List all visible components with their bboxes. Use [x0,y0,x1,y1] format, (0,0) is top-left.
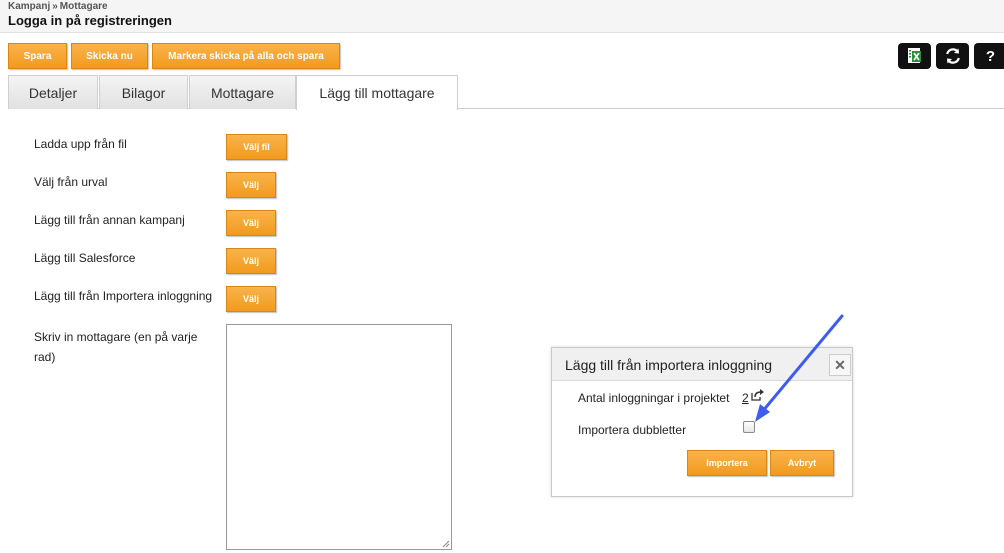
breadcrumb: Kampanj» Mottagare [8,1,108,12]
login-count-label: Antal inloggningar i projektet [578,391,730,405]
cancel-button[interactable]: Avbryt [770,450,834,476]
excel-export-icon [907,48,921,63]
add-from-other-campaign-label: Lägg till från annan kampanj [34,213,185,227]
breadcrumb-item-mottagare[interactable]: Mottagare [60,1,108,12]
tab-details[interactable]: Detaljer [8,75,98,109]
send-now-button[interactable]: Skicka nu [71,43,148,69]
help-button[interactable]: ? [974,43,1004,69]
login-count-link[interactable]: 2 [742,391,749,405]
choose-selection-button[interactable]: Välj [226,172,276,198]
close-icon[interactable]: ✕ [829,354,851,376]
excel-export-button[interactable] [898,43,931,69]
refresh-button[interactable] [936,43,969,69]
tab-recipients[interactable]: Mottagare [189,75,296,109]
import-duplicates-checkbox[interactable] [743,421,755,433]
add-from-import-login-label: Lägg till från Importera inloggning [34,289,213,303]
choose-campaign-button[interactable]: Välj [226,210,276,236]
breadcrumb-item-kampanj[interactable]: Kampanj [8,1,50,12]
external-link-icon[interactable] [751,388,764,401]
dialog-title: Lägg till från importera inloggning [565,357,773,373]
breadcrumb-separator: » [52,1,58,12]
mark-send-all-and-save-button[interactable]: Markera skicka på alla och spara [152,43,340,69]
add-salesforce-label: Lägg till Salesforce [34,251,136,265]
refresh-icon [945,48,960,64]
manual-recipients-label: Skriv in mottagare (en på varje rad) [34,330,198,364]
choose-salesforce-button[interactable]: Välj [226,248,276,274]
tab-add-recipients[interactable]: Lägg till mottagare [296,75,458,110]
import-login-dialog: Lägg till från importera inloggning ✕ An… [551,347,853,497]
resize-grip-icon[interactable] [441,539,450,548]
choose-import-login-button[interactable]: Välj [226,286,276,312]
upload-from-file-label: Ladda upp från fil [34,137,127,151]
choose-from-selection-label: Välj från urval [34,175,108,189]
tab-attachments[interactable]: Bilagor [99,75,188,109]
dialog-header: Lägg till från importera inloggning ✕ [552,348,852,381]
page-header: Kampanj» Mottagare Logga in på registreri… [0,0,1004,33]
import-button[interactable]: Importera [687,450,767,476]
save-button[interactable]: Spara [8,43,67,69]
page-title: Logga in på registreringen [8,13,172,28]
manual-recipients-textarea[interactable] [226,324,452,550]
choose-file-button[interactable]: Välj fil [226,134,287,160]
import-duplicates-label: Importera dubbletter [578,423,687,437]
